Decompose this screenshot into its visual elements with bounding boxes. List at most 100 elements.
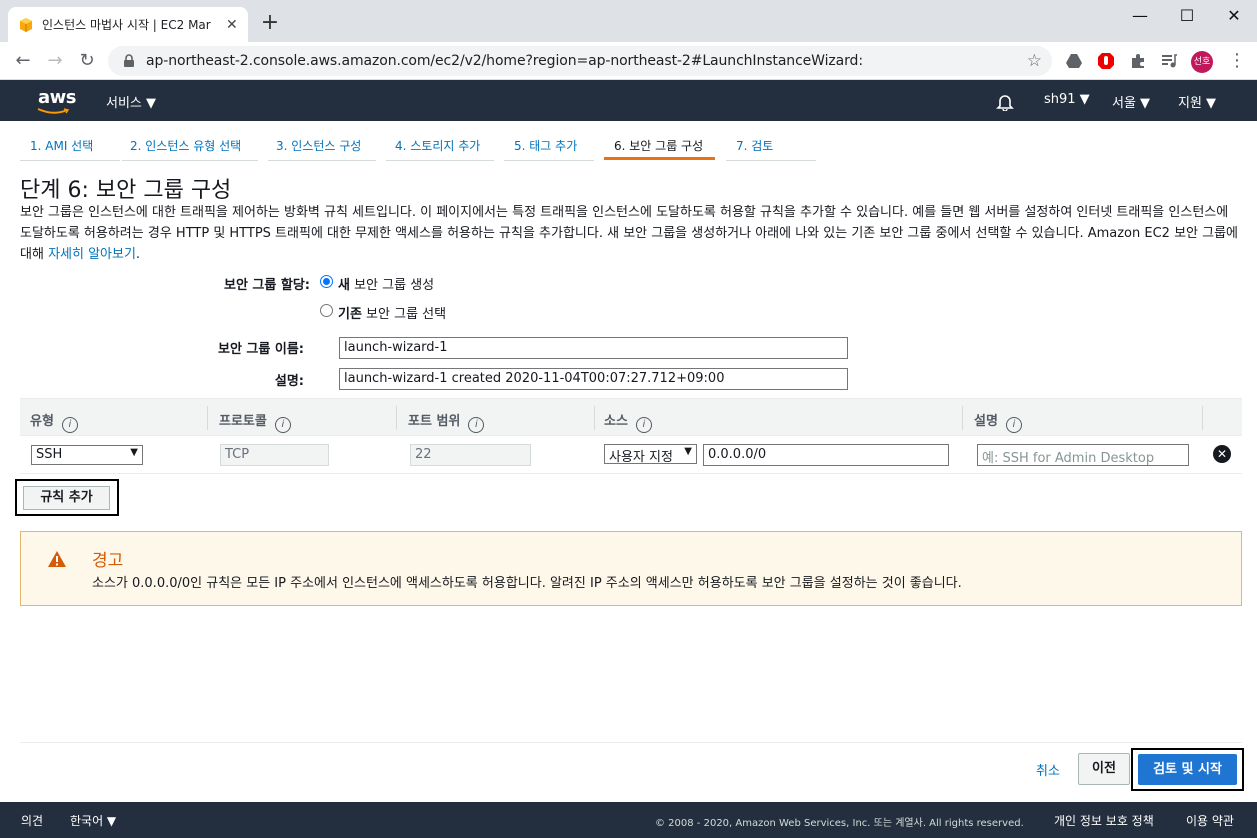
warning-alert: 경고 소스가 0.0.0.0/0인 규칙은 모든 IP 주소에서 인스턴스에 액… [20, 531, 1242, 606]
adblock-extension-icon[interactable] [1097, 52, 1115, 70]
security-group-name-label: 보안 그룹 이름: [217, 342, 304, 357]
header-source: 소스 i [604, 410, 652, 433]
forward-icon[interactable]: → [44, 50, 66, 72]
rule-source-type-value: 사용자 지정 [609, 450, 673, 464]
rule-protocol-field: TCP [220, 444, 329, 466]
rules-table-header: 유형 i 프로토콜 i 포트 범위 i 소스 i 설명 i [20, 398, 1242, 436]
bookmark-star-icon[interactable]: ☆ [1027, 51, 1042, 71]
wizard-step-security-group[interactable]: 6. 보안 그룹 구성 [614, 137, 703, 154]
header-protocol: 프로토콜 i [219, 410, 291, 433]
warning-message: 소스가 0.0.0.0/0인 규칙은 모든 IP 주소에서 인스턴스에 액세스하… [92, 576, 962, 591]
privacy-policy-link[interactable]: 개인 정보 보호 정책 [1054, 812, 1154, 829]
address-bar[interactable]: ap-northeast-2.console.aws.amazon.com/ec… [108, 46, 1052, 76]
rule-source-type-select[interactable]: 사용자 지정 ▼ [604, 444, 697, 464]
aws-logo[interactable]: aws [38, 87, 77, 108]
tab-title: 인스턴스 마법사 시작 | EC2 Mar [42, 18, 211, 32]
remove-rule-icon[interactable]: ✕ [1213, 445, 1231, 463]
media-control-icon[interactable] [1160, 52, 1178, 70]
header-port-range: 포트 범위 i [408, 410, 485, 433]
window-close-icon[interactable]: ✕ [1222, 4, 1246, 28]
back-icon[interactable]: ← [12, 50, 34, 72]
info-icon[interactable]: i [1005, 417, 1022, 433]
page-title: 단계 6: 보안 그룹 구성 [20, 178, 232, 203]
services-menu[interactable]: 서비스 ▼ [106, 92, 156, 111]
review-and-launch-button[interactable]: 검토 및 시작 [1138, 754, 1237, 785]
drive-extension-icon[interactable] [1065, 52, 1083, 70]
rule-description-input[interactable]: 예: SSH for Admin Desktop [977, 444, 1189, 466]
rule-port-range-field: 22 [410, 444, 531, 466]
wizard-step-divider [20, 160, 120, 161]
region-menu[interactable]: 서울 ▼ [1112, 92, 1150, 111]
header-description: 설명 i [974, 410, 1022, 433]
new-option-bold: 새 [338, 278, 350, 293]
learn-more-link[interactable]: 자세히 알아보기 [48, 247, 136, 262]
add-rule-button[interactable]: 규칙 추가 [23, 486, 110, 510]
existing-option-text: 보안 그룹 선택 [361, 307, 447, 322]
new-security-group-option[interactable]: 새 보안 그룹 생성 [338, 274, 434, 293]
aws-top-nav: aws 서비스 ▼ sh91 ▼ 서울 ▼ 지원 ▼ [0, 80, 1257, 121]
active-step-indicator [604, 157, 715, 160]
header-divider [396, 406, 397, 430]
security-group-description-label: 설명: [274, 374, 304, 389]
wizard-step-divider [504, 160, 594, 161]
previous-button[interactable]: 이전 [1078, 753, 1130, 785]
reload-icon[interactable]: ↻ [76, 50, 98, 72]
copyright-text: © 2008 - 2020, Amazon Web Services, Inc.… [655, 818, 1024, 829]
terms-link[interactable]: 이용 약관 [1186, 812, 1234, 829]
warning-title: 경고 [92, 551, 124, 571]
cancel-link[interactable]: 취소 [1036, 760, 1060, 779]
browser-tab[interactable]: 인스턴스 마법사 시작 | EC2 Mar ✕ [8, 7, 248, 42]
header-divider [207, 406, 208, 430]
profile-avatar[interactable]: 선호 [1191, 51, 1213, 73]
account-menu[interactable]: sh91 ▼ [1044, 92, 1090, 107]
feedback-link[interactable]: 의견 [21, 812, 43, 829]
wizard-step-instance-type[interactable]: 2. 인스턴스 유형 선택 [130, 137, 241, 154]
info-icon[interactable]: i [468, 417, 485, 433]
extensions-puzzle-icon[interactable] [1129, 52, 1147, 70]
info-icon[interactable]: i [61, 417, 78, 433]
wizard-step-divider [386, 160, 494, 161]
security-group-description-input[interactable]: launch-wizard-1 created 2020-11-04T00:07… [339, 368, 848, 390]
url-text: ap-northeast-2.console.aws.amazon.com/ec… [146, 53, 863, 69]
header-divider [594, 406, 595, 430]
assign-security-group-label: 보안 그룹 할당: [223, 278, 310, 293]
maximize-icon[interactable]: ☐ [1175, 4, 1199, 28]
aws-favicon-icon [20, 17, 32, 32]
aws-smile-icon [37, 108, 70, 114]
add-rule-highlight: 규칙 추가 [15, 479, 119, 516]
minimize-icon[interactable]: — [1128, 4, 1152, 28]
header-divider [962, 406, 963, 430]
rule-type-value: SSH [36, 447, 63, 462]
wizard-step-review[interactable]: 7. 검토 [736, 137, 773, 154]
lock-icon [124, 54, 134, 67]
existing-security-group-radio[interactable] [320, 304, 333, 317]
new-security-group-radio[interactable] [320, 275, 333, 288]
header-type: 유형 i [30, 410, 78, 433]
rule-type-select[interactable]: SSH ▼ [31, 445, 143, 465]
browser-menu-icon[interactable]: ⋮ [1226, 50, 1248, 72]
wizard-step-tags[interactable]: 5. 태그 추가 [514, 137, 577, 154]
language-selector[interactable]: 한국어 ▼ [70, 812, 116, 829]
chevron-down-icon: ▼ [130, 447, 138, 458]
info-icon[interactable]: i [274, 417, 291, 433]
wizard-step-ami[interactable]: 1. AMI 선택 [30, 137, 93, 154]
wizard-step-configure[interactable]: 3. 인스턴스 구성 [276, 137, 361, 154]
security-group-name-input[interactable]: launch-wizard-1 [339, 337, 848, 359]
info-icon[interactable]: i [635, 417, 652, 433]
new-tab-icon[interactable]: + [258, 11, 282, 35]
browser-tab-strip: 인스턴스 마법사 시작 | EC2 Mar ✕ + — ☐ ✕ [0, 0, 1257, 42]
actions-divider [20, 742, 1242, 743]
tab-close-icon[interactable]: ✕ [226, 17, 238, 33]
description-text: 보안 그룹은 인스턴스에 대한 트래픽을 제어하는 방화벽 규칙 세트입니다. … [20, 205, 1239, 262]
review-launch-highlight: 검토 및 시작 [1131, 748, 1244, 791]
wizard-step-divider [122, 160, 258, 161]
wizard-step-storage[interactable]: 4. 스토리지 추가 [395, 137, 480, 154]
notification-bell-icon[interactable] [996, 93, 1014, 111]
page-description: 보안 그룹은 인스턴스에 대한 트래픽을 제어하는 방화벽 규칙 세트입니다. … [20, 202, 1240, 265]
rule-source-cidr-input[interactable]: 0.0.0.0/0 [703, 444, 949, 466]
existing-security-group-option[interactable]: 기존 보안 그룹 선택 [338, 303, 446, 322]
wizard-step-divider [726, 160, 816, 161]
new-option-text: 보안 그룹 생성 [349, 278, 435, 293]
support-menu[interactable]: 지원 ▼ [1178, 92, 1216, 111]
console-footer: 의견 한국어 ▼ © 2008 - 2020, Amazon Web Servi… [0, 802, 1257, 838]
